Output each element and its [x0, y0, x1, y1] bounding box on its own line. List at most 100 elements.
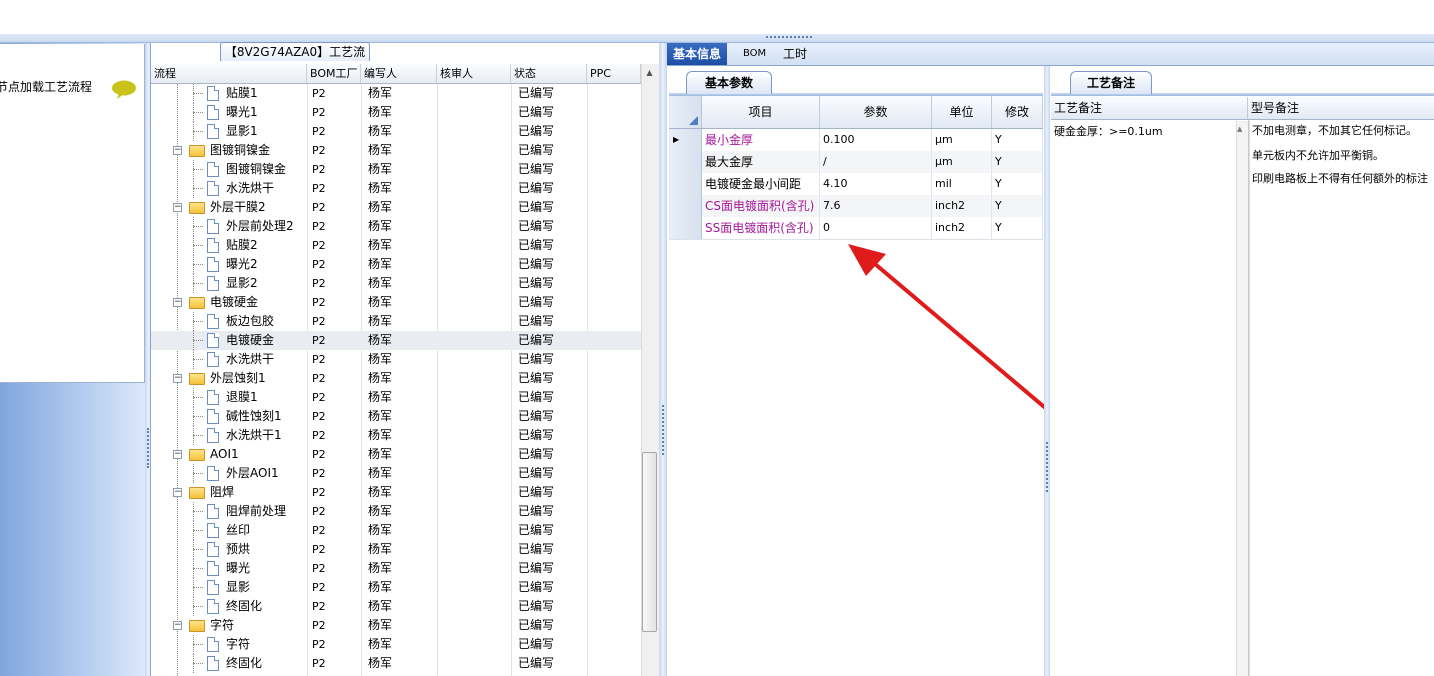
tree-row[interactable]: 电镀硬金 P2 杨军 已编写: [151, 331, 641, 350]
tree-row[interactable]: 终固化 P2 杨军 已编写: [151, 597, 641, 616]
tree-row[interactable]: 碱性蚀刻1 P2 杨军 已编写: [151, 407, 641, 426]
col-header-value[interactable]: 参数: [820, 96, 932, 128]
param-modify[interactable]: Y: [992, 151, 1043, 173]
tree-row[interactable]: 退膜1 P2 杨军 已编写: [151, 388, 641, 407]
param-unit[interactable]: inch2: [932, 217, 992, 239]
param-unit[interactable]: mil: [932, 173, 992, 195]
col-header-process-note[interactable]: 工艺备注: [1051, 97, 1248, 119]
param-value[interactable]: /: [820, 151, 932, 173]
tree-row[interactable]: 贴膜2 P2 杨军 已编写: [151, 236, 641, 255]
current-row-pointer-icon[interactable]: ▶: [669, 129, 702, 151]
param-item[interactable]: 最小金厚: [702, 129, 820, 151]
param-unit[interactable]: inch2: [932, 195, 992, 217]
model-note-line-3[interactable]: 印刷电路板上不得有任何额外的标注: [1252, 170, 1428, 186]
process-note-text[interactable]: 硬金金厚：>=0.1um: [1054, 123, 1163, 139]
param-unit[interactable]: μm: [932, 151, 992, 173]
splitter-grip[interactable]: [766, 36, 812, 42]
model-note-line-2[interactable]: 单元板内不允许加平衡铜。: [1252, 147, 1384, 163]
collapse-icon[interactable]: −: [173, 488, 182, 497]
collapse-icon[interactable]: −: [173, 450, 182, 459]
tree-row[interactable]: 曝光1 P2 杨军 已编写: [151, 103, 641, 122]
tree-row[interactable]: 字符 P2 杨军 已编写: [151, 635, 641, 654]
tree-scroll-thumb[interactable]: [642, 452, 657, 632]
param-value[interactable]: 0.100: [820, 129, 932, 151]
row-selector[interactable]: [669, 217, 702, 239]
tree-row[interactable]: 显影2 P2 杨军 已编写: [151, 274, 641, 293]
col-header-unit[interactable]: 单位: [932, 96, 992, 128]
subtab-basic-params[interactable]: 基本参数: [686, 71, 772, 94]
param-value[interactable]: 4.10: [820, 173, 932, 195]
param-row[interactable]: CS面电镀面积(含孔) 7.6 inch2 Y: [669, 195, 1043, 218]
tree-row[interactable]: 水洗烘干 P2 杨军 已编写: [151, 179, 641, 198]
tree-row[interactable]: 终固化 P2 杨军 已编写: [151, 654, 641, 673]
param-item[interactable]: SS面电镀面积(含孔): [702, 217, 820, 239]
scroll-up-icon[interactable]: ▲: [642, 66, 657, 80]
col-header-ppc[interactable]: PPC: [587, 64, 641, 83]
collapse-icon[interactable]: −: [173, 203, 182, 212]
model-note-line-1[interactable]: 不加电测章，不加其它任何标记。: [1252, 122, 1417, 138]
tree-row[interactable]: 水洗烘干1 P2 杨军 已编写: [151, 426, 641, 445]
tree-row[interactable]: − 外层蚀刻1 P2 杨军 已编写: [151, 369, 641, 388]
collapse-icon[interactable]: −: [173, 374, 182, 383]
grid-corner[interactable]: [669, 96, 702, 128]
tree-row[interactable]: 贴膜1 P2 杨军 已编写: [151, 84, 641, 103]
param-row[interactable]: 最大金厚 / μm Y: [669, 151, 1043, 174]
col-header-writer[interactable]: 编写人: [361, 64, 437, 83]
param-item[interactable]: 最大金厚: [702, 151, 820, 173]
row-selector[interactable]: [669, 173, 702, 195]
top-splitter[interactable]: [0, 34, 1434, 43]
tree-row[interactable]: − 阻焊 P2 杨军 已编写: [151, 483, 641, 502]
tree-row[interactable]: 外层AOI1 P2 杨军 已编写: [151, 464, 641, 483]
middle-splitter[interactable]: [659, 43, 667, 676]
param-value[interactable]: 7.6: [820, 195, 932, 217]
param-item[interactable]: 电镀硬金最小间距: [702, 173, 820, 195]
tree-row[interactable]: 水洗烘干 P2 杨军 已编写: [151, 350, 641, 369]
tree-row[interactable]: − 电镀硬金 P2 杨军 已编写: [151, 293, 641, 312]
param-row[interactable]: ▶ 最小金厚 0.100 μm Y: [669, 129, 1043, 152]
tree-row[interactable]: 曝光2 P2 杨军 已编写: [151, 255, 641, 274]
tree-row[interactable]: 丝印 P2 杨军 已编写: [151, 521, 641, 540]
tree-row[interactable]: 预烘 P2 杨军 已编写: [151, 540, 641, 559]
tree-row[interactable]: − AOI1 P2 杨军 已编写: [151, 445, 641, 464]
collapse-icon[interactable]: −: [173, 146, 182, 155]
tree-row[interactable]: 显影1 P2 杨军 已编写: [151, 122, 641, 141]
col-header-flow[interactable]: 流程: [151, 64, 307, 83]
tree-row[interactable]: − 图镀铜镍金 P2 杨军 已编写: [151, 141, 641, 160]
row-selector[interactable]: [669, 151, 702, 173]
collapse-icon[interactable]: −: [173, 298, 182, 307]
param-item[interactable]: CS面电镀面积(含孔): [702, 195, 820, 217]
tree-row[interactable]: 外层前处理2 P2 杨军 已编写: [151, 217, 641, 236]
tree-row[interactable]: − 字符 P2 杨军 已编写: [151, 616, 641, 635]
tree-row[interactable]: 阻焊前处理 P2 杨军 已编写: [151, 502, 641, 521]
bom-factory: P2: [312, 600, 326, 613]
row-selector[interactable]: [669, 195, 702, 217]
subtab-process-notes[interactable]: 工艺备注: [1070, 71, 1152, 94]
col-header-model-note[interactable]: 型号备注: [1248, 97, 1434, 119]
tree-row[interactable]: 板边包胶 P2 杨军 已编写: [151, 312, 641, 331]
param-modify[interactable]: Y: [992, 173, 1043, 195]
note-scroll-up-icon[interactable]: ▲: [1237, 125, 1242, 133]
chat-bubble-icon[interactable]: [111, 80, 137, 99]
tree-row[interactable]: 图镀铜镍金 P2 杨军 已编写: [151, 160, 641, 179]
param-modify[interactable]: Y: [992, 129, 1043, 151]
param-value[interactable]: 0: [820, 217, 932, 239]
tree-row[interactable]: − 外层干膜2 P2 杨军 已编写: [151, 198, 641, 217]
col-header-item[interactable]: 项目: [702, 96, 820, 128]
collapse-icon[interactable]: −: [173, 621, 182, 630]
param-modify[interactable]: Y: [992, 195, 1043, 217]
process-tree-tab[interactable]: 【8V2G74AZA0】工艺流程: [220, 42, 370, 77]
param-modify[interactable]: Y: [992, 217, 1043, 239]
col-header-reviewer[interactable]: 核审人: [437, 64, 511, 83]
col-header-status[interactable]: 状态: [511, 64, 587, 83]
param-row[interactable]: SS面电镀面积(含孔) 0 inch2 Y: [669, 217, 1043, 240]
tree-row[interactable]: 曝光 P2 杨军 已编写: [151, 559, 641, 578]
writer-name: 杨军: [368, 656, 393, 670]
tab-bom[interactable]: BOM: [737, 43, 772, 65]
param-unit[interactable]: μm: [932, 129, 992, 151]
col-header-bom[interactable]: BOM工厂: [307, 64, 361, 83]
col-header-modify[interactable]: 修改: [992, 96, 1043, 128]
tree-row[interactable]: 显影 P2 杨军 已编写: [151, 578, 641, 597]
param-row[interactable]: 电镀硬金最小间距 4.10 mil Y: [669, 173, 1043, 196]
tab-basic-info[interactable]: 基本信息: [667, 43, 728, 65]
tab-work-hours[interactable]: 工时: [777, 43, 813, 65]
